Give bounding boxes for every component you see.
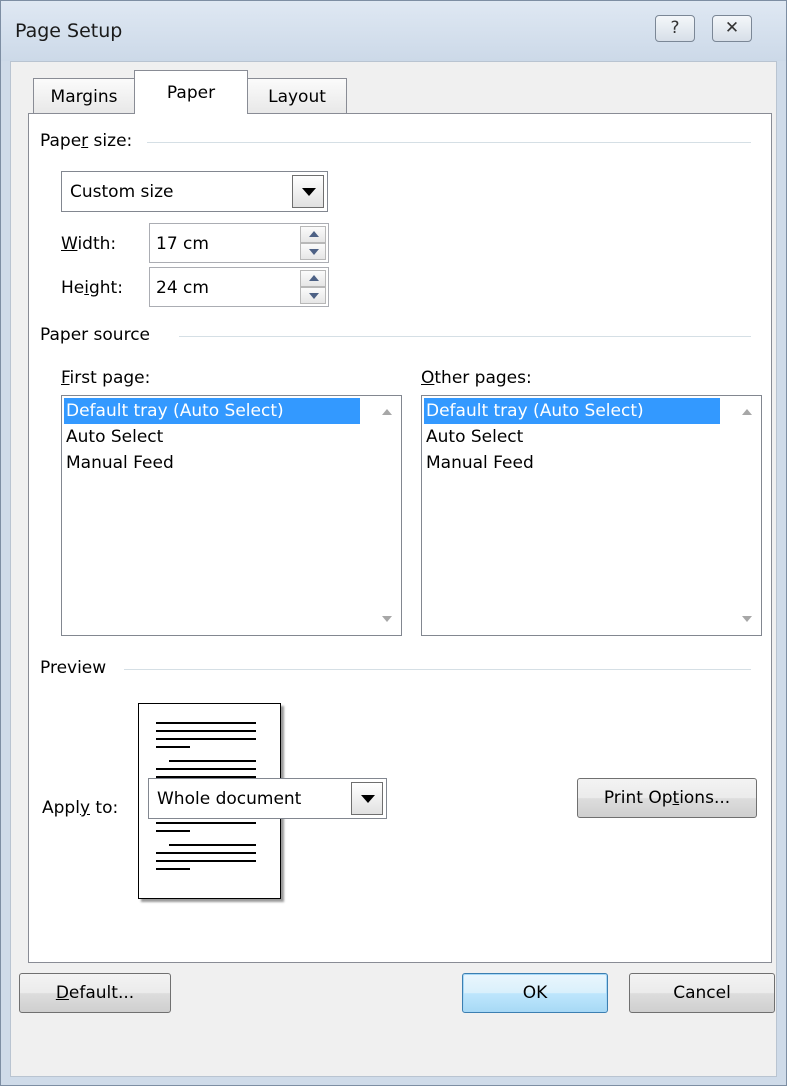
other-pages-scrollbar[interactable]	[734, 397, 760, 634]
list-item[interactable]: Auto Select	[64, 424, 163, 450]
first-page-listbox[interactable]: Default tray (Auto Select) Auto Select M…	[61, 395, 402, 636]
help-button[interactable]: ?	[655, 15, 695, 42]
preview-line	[169, 844, 256, 846]
preview-line	[156, 730, 256, 732]
close-icon: ✕	[724, 18, 740, 38]
window-title: Page Setup	[15, 20, 123, 42]
other-pages-label: Other pages:	[421, 368, 532, 388]
title-bar: Page Setup ? ✕	[1, 1, 786, 61]
preview-group-label: Preview	[40, 658, 117, 678]
page-setup-dialog: Page Setup ? ✕ Margins Paper Layout Pape…	[0, 0, 787, 1086]
help-icon: ?	[670, 18, 680, 38]
width-increment-button[interactable]	[300, 226, 326, 243]
paper-size-divider	[147, 142, 751, 143]
preview-divider	[124, 669, 751, 670]
preview-line	[156, 768, 256, 770]
paper-size-value: Custom size	[70, 182, 174, 202]
preview-line	[156, 746, 190, 748]
scroll-down-icon[interactable]	[742, 616, 752, 622]
preview-line	[156, 868, 190, 870]
close-button[interactable]: ✕	[712, 15, 752, 42]
height-label: Height:	[61, 278, 123, 298]
print-options-button[interactable]: Print Options...	[577, 778, 757, 818]
apply-to-label: Apply to:	[42, 798, 119, 818]
arrow-up-icon	[309, 231, 319, 237]
apply-to-value: Whole document	[157, 789, 302, 809]
dialog-client-area: Margins Paper Layout Paper size: Custom …	[10, 61, 777, 1077]
preview-line	[156, 860, 256, 862]
tab-margins[interactable]: Margins	[33, 78, 135, 113]
list-item[interactable]: Default tray (Auto Select)	[64, 398, 360, 424]
default-button[interactable]: Default...	[19, 973, 171, 1013]
arrow-down-icon	[309, 249, 319, 255]
ok-button[interactable]: OK	[462, 973, 608, 1013]
first-page-scrollbar[interactable]	[374, 397, 400, 634]
apply-to-dropdown[interactable]: Whole document	[148, 778, 387, 819]
tab-layout-label: Layout	[268, 87, 326, 107]
list-item[interactable]: Default tray (Auto Select)	[424, 398, 720, 424]
chevron-down-icon	[361, 795, 375, 803]
paper-size-group-label: Paper size:	[40, 131, 143, 151]
scroll-down-icon[interactable]	[382, 616, 392, 622]
scroll-up-icon[interactable]	[742, 409, 752, 415]
paper-size-dropdown-button[interactable]	[292, 175, 324, 208]
arrow-down-icon	[309, 293, 319, 299]
list-item[interactable]: Auto Select	[424, 424, 523, 450]
height-decrement-button[interactable]	[300, 287, 326, 304]
tab-paper-label: Paper	[166, 83, 216, 103]
list-item[interactable]: Manual Feed	[424, 450, 534, 476]
height-spinner[interactable]: 24 cm	[149, 267, 329, 307]
height-value[interactable]: 24 cm	[156, 278, 209, 298]
paper-source-divider	[179, 336, 751, 337]
apply-to-dropdown-button[interactable]	[351, 782, 383, 815]
preview-line	[169, 760, 256, 762]
other-pages-listbox[interactable]: Default tray (Auto Select) Auto Select M…	[421, 395, 762, 636]
list-item[interactable]: Manual Feed	[64, 450, 174, 476]
arrow-up-icon	[309, 275, 319, 281]
first-page-label: First page:	[61, 368, 151, 388]
width-decrement-button[interactable]	[300, 243, 326, 260]
tab-paper[interactable]: Paper	[134, 70, 248, 114]
width-label: Width:	[61, 234, 117, 254]
paper-size-dropdown[interactable]: Custom size	[61, 171, 328, 212]
height-increment-button[interactable]	[300, 270, 326, 287]
tab-margins-label: Margins	[50, 87, 118, 107]
preview-line	[156, 830, 190, 832]
cancel-button[interactable]: Cancel	[629, 973, 775, 1013]
chevron-down-icon	[302, 188, 316, 196]
height-spinner-buttons	[300, 270, 326, 304]
width-spinner[interactable]: 17 cm	[149, 223, 329, 263]
width-spinner-buttons	[300, 226, 326, 260]
preview-line	[156, 822, 256, 824]
tab-layout[interactable]: Layout	[247, 78, 347, 113]
preview-line	[156, 738, 256, 740]
width-value[interactable]: 17 cm	[156, 234, 209, 254]
preview-line	[156, 722, 256, 724]
scroll-up-icon[interactable]	[382, 409, 392, 415]
paper-source-group-label: Paper source	[40, 325, 161, 345]
preview-line	[156, 852, 256, 854]
